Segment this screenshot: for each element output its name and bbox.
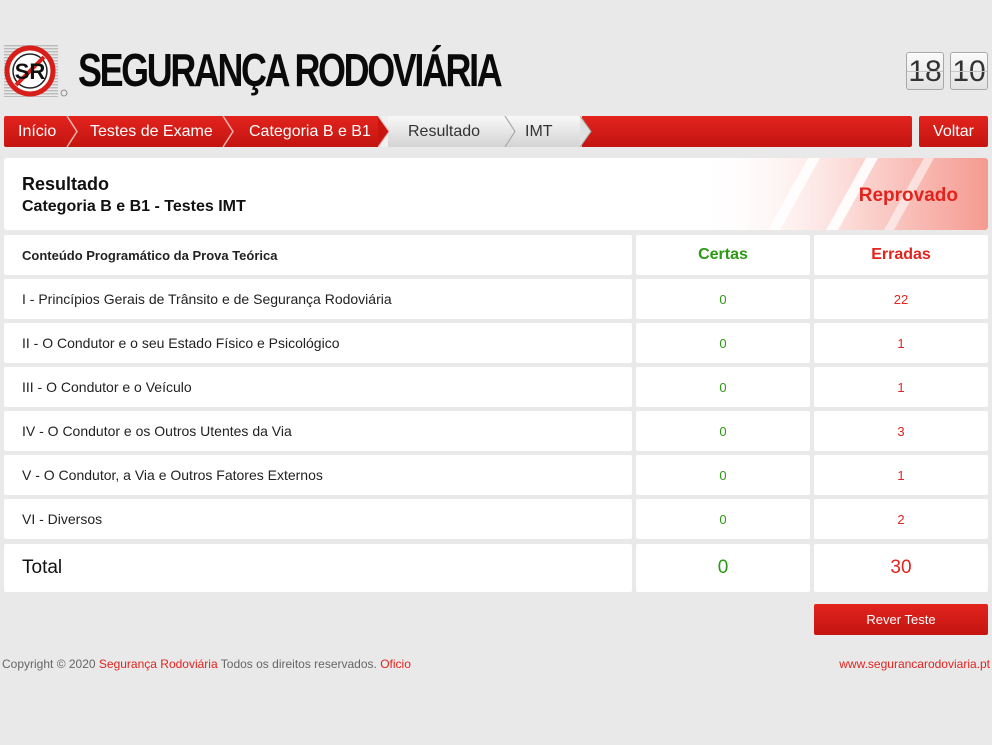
header: SR SEGURANÇA RODOVIÁRIA 18 10	[0, 40, 992, 100]
breadcrumb-separator-icon	[378, 116, 390, 147]
logo-icon[interactable]: SR	[4, 45, 68, 97]
table-row-label: V - O Condutor, a Via e Outros Fatores E…	[4, 455, 632, 495]
breadcrumb-inicio[interactable]: Início	[18, 116, 56, 147]
breadcrumb-separator-icon	[580, 116, 592, 147]
clock: 18 10	[906, 52, 988, 90]
clock-hours: 18	[906, 52, 944, 90]
total-label: Total	[4, 544, 632, 592]
total-wrong: 30	[814, 544, 988, 592]
breadcrumb: Início Testes de Exame Categoria B e B1 …	[4, 116, 912, 147]
table-row-wrong: 1	[814, 367, 988, 407]
table-row-wrong: 1	[814, 455, 988, 495]
footer-rights: Todos os direitos reservados.	[220, 657, 377, 671]
footer: Copyright © 2020 Segurança Rodoviária To…	[2, 657, 411, 671]
result-title: Resultado	[22, 174, 110, 194]
table-row-wrong: 22	[814, 279, 988, 319]
breadcrumb-resultado[interactable]: Resultado	[408, 116, 480, 147]
table-row-wrong: 2	[814, 499, 988, 539]
breadcrumb-categoria[interactable]: Categoria B e B1	[249, 116, 371, 147]
table-row-label: III - O Condutor e o Veículo	[4, 367, 632, 407]
table-row-correct: 0	[636, 367, 810, 407]
breadcrumb-imt[interactable]: IMT	[525, 116, 553, 147]
breadcrumb-testes-exame[interactable]: Testes de Exame	[90, 116, 213, 147]
breadcrumb-separator-icon	[504, 116, 516, 147]
table-row-label: II - O Condutor e o seu Estado Físico e …	[4, 323, 632, 363]
footer-office-link[interactable]: Oficio	[380, 657, 411, 671]
breadcrumb-separator-icon	[66, 116, 78, 147]
svg-text:SR: SR	[15, 59, 46, 84]
table-row-wrong: 1	[814, 323, 988, 363]
footer-brand-link[interactable]: Segurança Rodoviária	[99, 657, 218, 671]
table-row-correct: 0	[636, 323, 810, 363]
breadcrumb-separator-icon	[222, 116, 234, 147]
table-row-correct: 0	[636, 411, 810, 451]
table-row-correct: 0	[636, 499, 810, 539]
footer-site-link[interactable]: www.segurancarodoviaria.pt	[839, 657, 990, 671]
table-row-correct: 0	[636, 455, 810, 495]
back-button[interactable]: Voltar	[919, 116, 988, 147]
total-correct: 0	[636, 544, 810, 592]
clock-minutes: 10	[950, 52, 988, 90]
table-row-wrong: 3	[814, 411, 988, 451]
table-row-label: I - Princípios Gerais de Trânsito e de S…	[4, 279, 632, 319]
column-header-content: Conteúdo Programático da Prova Teórica	[4, 235, 632, 275]
result-panel: Resultado Categoria B e B1 - Testes IMT …	[4, 158, 988, 230]
result-status: Reprovado	[858, 185, 958, 206]
table-row-correct: 0	[636, 279, 810, 319]
table-row-label: IV - O Condutor e os Outros Utentes da V…	[4, 411, 632, 451]
review-test-button[interactable]: Rever Teste	[814, 604, 988, 635]
brand-title: SEGURANÇA RODOVIÁRIA	[78, 44, 503, 96]
column-header-wrong: Erradas	[814, 235, 988, 275]
column-header-correct: Certas	[636, 235, 810, 275]
table-row-label: VI - Diversos	[4, 499, 632, 539]
footer-copyright: Copyright © 2020	[2, 657, 96, 671]
result-subtitle: Categoria B e B1 - Testes IMT	[22, 198, 246, 215]
